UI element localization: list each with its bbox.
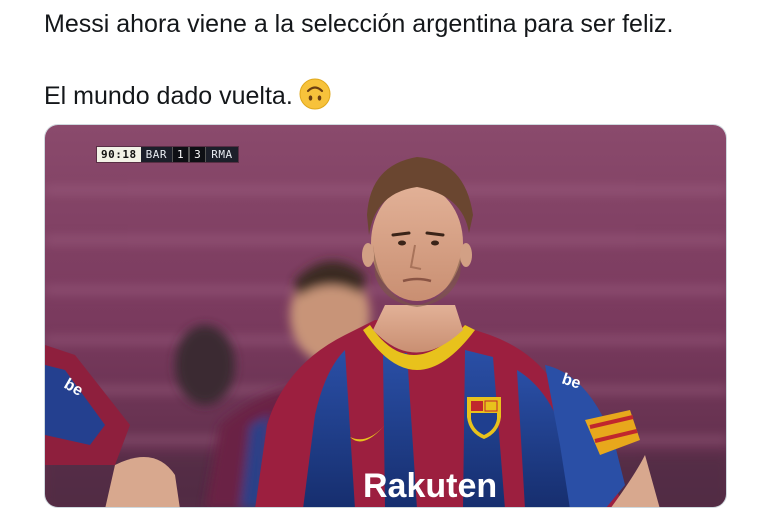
match-clock: 90:18 <box>97 147 141 162</box>
tweet-line-2-text: El mundo dado vuelta. <box>44 82 293 110</box>
tweet-line-2: El mundo dado vuelta. <box>44 78 744 114</box>
away-team: RMA <box>206 147 238 162</box>
football-photo: be Rakuten be <box>45 125 726 507</box>
tweet-line-1: Messi ahora viene a la selección argenti… <box>44 10 674 38</box>
tweet-media-image[interactable]: be Rakuten be 90:18 BAR 1 3 RMA <box>44 124 727 508</box>
away-score: 3 <box>189 147 207 162</box>
home-score: 1 <box>172 147 190 162</box>
scoreboard: 90:18 BAR 1 3 RMA <box>97 147 238 162</box>
tweet-text: Messi ahora viene a la selección argenti… <box>44 6 744 114</box>
home-team: BAR <box>140 147 172 162</box>
upside-down-face-icon <box>299 78 331 110</box>
sponsor-logo: Rakuten <box>363 467 497 505</box>
